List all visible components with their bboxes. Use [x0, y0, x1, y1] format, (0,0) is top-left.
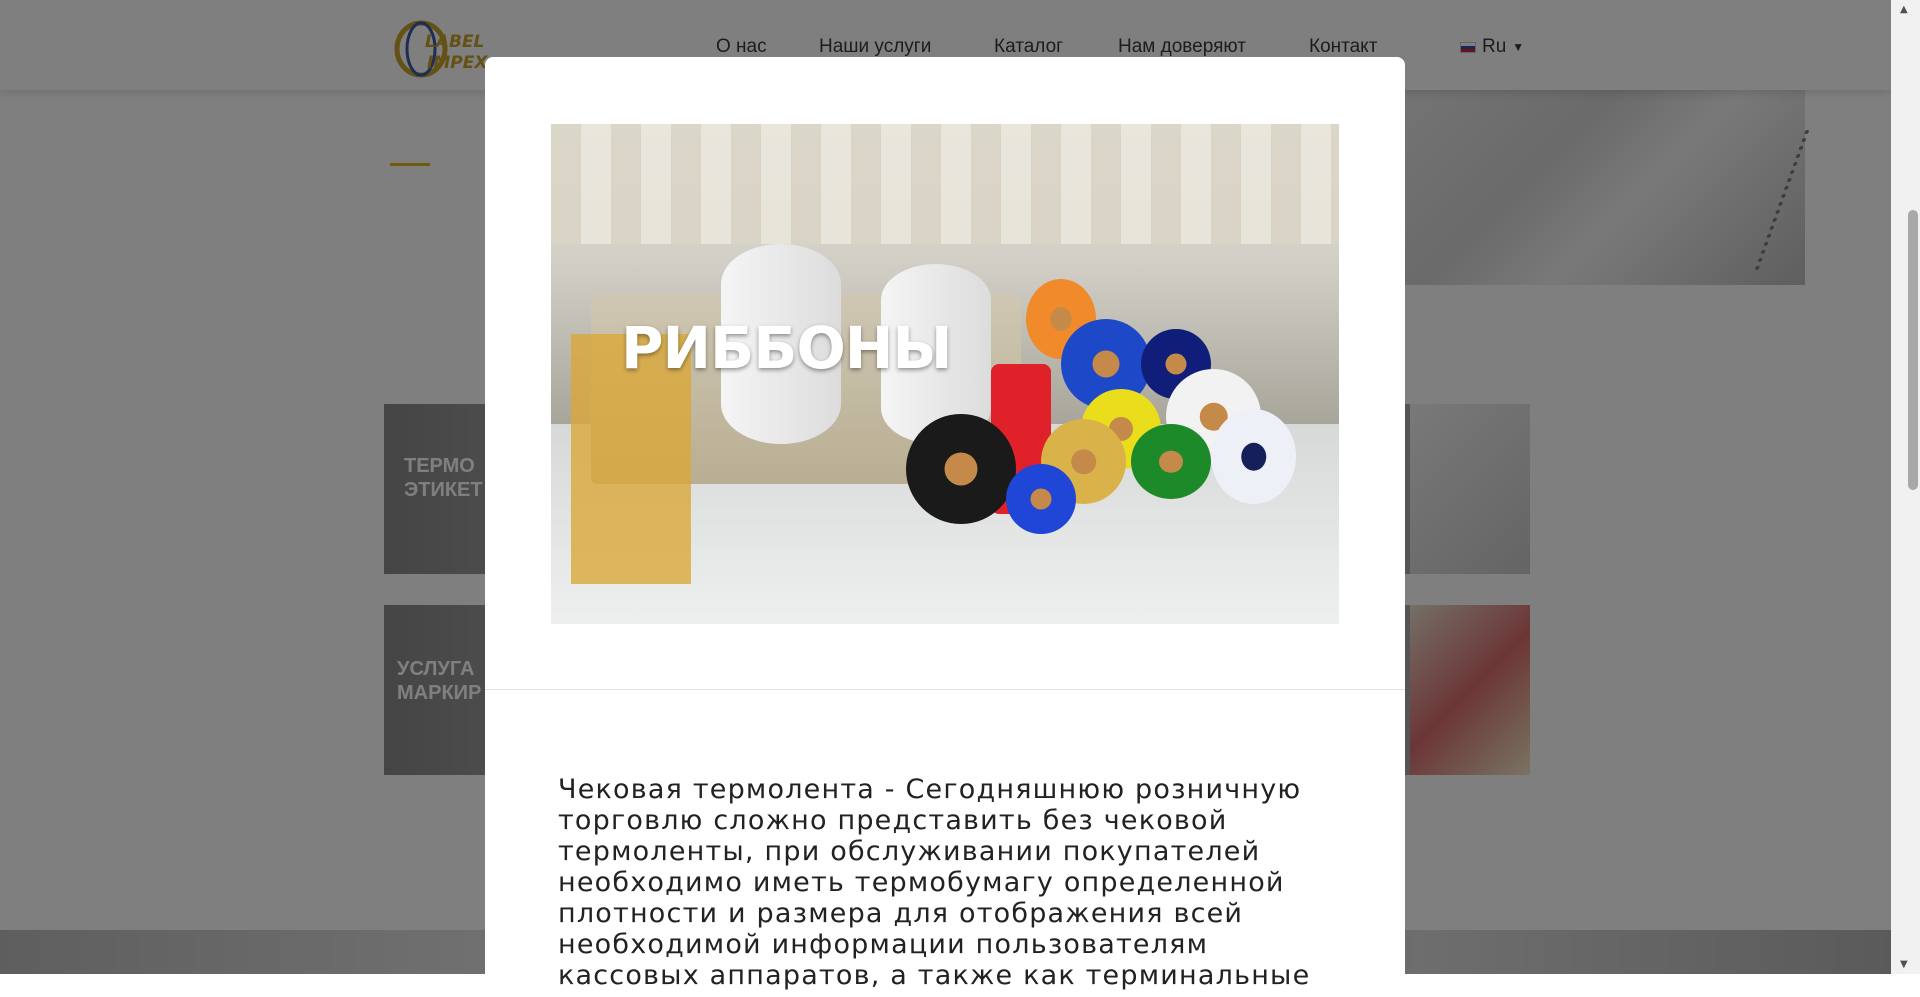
- white-blue-ribbon-roll: [1211, 409, 1296, 504]
- image-title: РИББОНЫ: [621, 314, 952, 382]
- scroll-down-icon[interactable]: ▼: [1900, 959, 1908, 970]
- product-modal: РИББОНЫ Чековая термолента - Сегодняшнюю…: [485, 57, 1405, 997]
- product-description: Чековая термолента - Сегодняшнюю розничн…: [558, 774, 1311, 991]
- green-ribbon-roll: [1131, 424, 1211, 499]
- factory-ceiling: [551, 124, 1339, 244]
- modal-divider: [485, 689, 1405, 690]
- scrollbar-thumb[interactable]: [1908, 210, 1918, 490]
- page-scrollbar[interactable]: ▲ ▼: [1891, 0, 1920, 974]
- ribbons-image: РИББОНЫ: [551, 124, 1339, 624]
- black-ribbon-roll: [906, 414, 1016, 524]
- scroll-up-icon[interactable]: ▲: [1900, 4, 1908, 15]
- blue-small-ribbon-roll: [1006, 464, 1076, 534]
